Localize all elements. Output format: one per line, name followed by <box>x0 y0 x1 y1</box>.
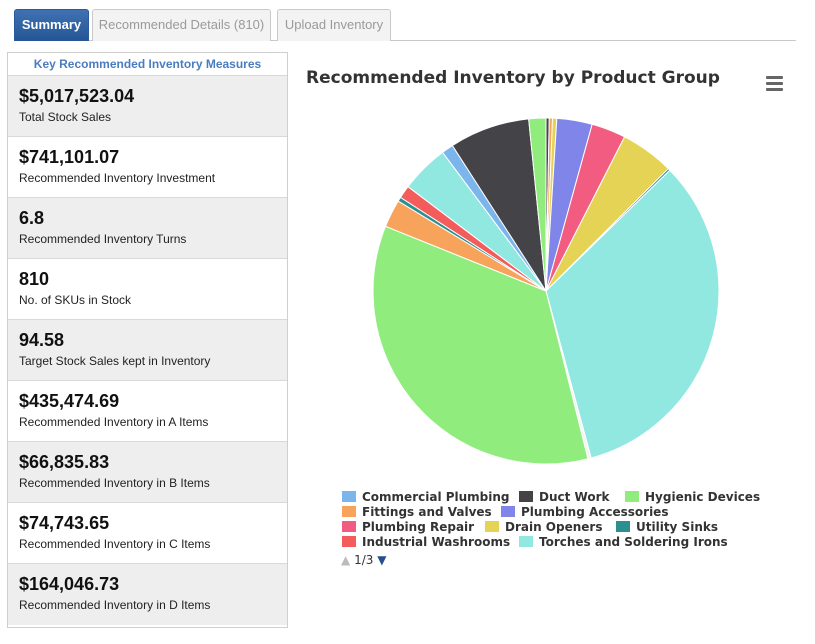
chart-legend: Commercial Plumbing Duct Work Hygienic D… <box>342 490 762 550</box>
kpi-skus-in-stock: 810 No. of SKUs in Stock <box>8 259 287 320</box>
kpi-value: $435,474.69 <box>19 391 120 411</box>
kpi-label: Recommended Inventory in D Items <box>19 598 211 612</box>
legend-item-industrial-washrooms[interactable]: Industrial Washrooms <box>342 535 510 549</box>
triangle-down-icon[interactable]: ▼ <box>377 553 386 567</box>
legend-label: Duct Work <box>539 490 610 504</box>
hamburger-menu-icon[interactable] <box>766 76 783 91</box>
legend-label: Plumbing Accessories <box>521 505 669 519</box>
chart-title: Recommended Inventory by Product Group <box>306 68 720 88</box>
kpi-inventory-b-items: $66,835.83 Recommended Inventory in B It… <box>8 442 287 503</box>
legend-swatch <box>625 491 639 502</box>
kpi-label: Recommended Inventory in C Items <box>19 537 211 551</box>
kpi-label: Recommended Inventory in A Items <box>19 415 209 429</box>
kpi-label: Total Stock Sales <box>19 110 112 124</box>
legend-item-commercial-plumbing[interactable]: Commercial Plumbing <box>342 490 510 504</box>
legend-swatch <box>342 506 356 517</box>
kpi-recommended-investment: $741,101.07 Recommended Inventory Invest… <box>8 137 287 198</box>
legend-label: Drain Openers <box>505 520 603 534</box>
legend-label: Commercial Plumbing <box>362 490 510 504</box>
pager-text: 1/3 <box>354 553 374 567</box>
tab-recommended-details[interactable]: Recommended Details (810) <box>92 9 271 41</box>
kpi-panel: Key Recommended Inventory Measures $5,01… <box>7 52 288 628</box>
legend-swatch <box>342 521 356 532</box>
kpi-inventory-c-items: $74,743.65 Recommended Inventory in C It… <box>8 503 287 564</box>
legend-item-torches-and-soldering-irons[interactable]: Torches and Soldering Irons <box>519 535 728 549</box>
kpi-value: 810 <box>19 269 50 289</box>
kpi-inventory-a-items: $435,474.69 Recommended Inventory in A I… <box>8 381 287 442</box>
kpi-value: 6.8 <box>19 208 45 228</box>
kpi-value: $164,046.73 <box>19 574 120 594</box>
kpi-value: $5,017,523.04 <box>19 86 135 106</box>
legend-swatch <box>616 521 630 532</box>
pie-chart <box>372 117 720 465</box>
legend-item-plumbing-repair[interactable]: Plumbing Repair <box>342 520 474 534</box>
legend-swatch <box>342 536 356 547</box>
legend-swatch <box>519 536 533 547</box>
legend-item-hygienic-devices[interactable]: Hygienic Devices <box>625 490 760 504</box>
kpi-value: $74,743.65 <box>19 513 110 533</box>
legend-label: Hygienic Devices <box>645 490 761 504</box>
legend-item-duct-work[interactable]: Duct Work <box>519 490 609 504</box>
kpi-header: Key Recommended Inventory Measures <box>8 53 287 76</box>
tab-summary[interactable]: Summary <box>14 9 89 41</box>
legend-label: Utility Sinks <box>636 520 718 534</box>
legend-swatch <box>501 506 515 517</box>
legend-item-drain-openers[interactable]: Drain Openers <box>485 520 602 534</box>
kpi-total-stock-sales: $5,017,523.04 Total Stock Sales <box>8 76 287 137</box>
kpi-label: Recommended Inventory Investment <box>19 171 216 185</box>
kpi-label: Target Stock Sales kept in Inventory <box>19 354 211 368</box>
legend-item-utility-sinks[interactable]: Utility Sinks <box>616 520 718 534</box>
kpi-label: No. of SKUs in Stock <box>19 293 132 307</box>
kpi-label: Recommended Inventory Turns <box>19 232 187 246</box>
tab-upload-inventory[interactable]: Upload Inventory <box>277 9 391 41</box>
kpi-value: $741,101.07 <box>19 147 120 167</box>
legend-label: Fittings and Valves <box>362 505 492 519</box>
legend-label: Plumbing Repair <box>362 520 475 534</box>
legend-item-fittings-and-valves[interactable]: Fittings and Valves <box>342 505 492 519</box>
kpi-label: Recommended Inventory in B Items <box>19 476 210 490</box>
legend-label: Industrial Washrooms <box>362 535 511 549</box>
legend-pager: ▲ 1/3 ▼ <box>341 553 386 567</box>
kpi-target-stock-sales: 94.58 Target Stock Sales kept in Invento… <box>8 320 287 381</box>
kpi-value: 94.58 <box>19 330 65 350</box>
legend-item-plumbing-accessories[interactable]: Plumbing Accessories <box>501 505 668 519</box>
kpi-inventory-turns: 6.8 Recommended Inventory Turns <box>8 198 287 259</box>
kpi-inventory-d-items: $164,046.73 Recommended Inventory in D I… <box>8 564 287 625</box>
triangle-up-icon[interactable]: ▲ <box>341 553 350 567</box>
legend-label: Torches and Soldering Irons <box>539 535 728 549</box>
tab-bar: Summary Recommended Details (810) Upload… <box>14 9 796 41</box>
legend-swatch <box>342 491 356 502</box>
legend-swatch <box>519 491 533 502</box>
legend-swatch <box>485 521 499 532</box>
kpi-value: $66,835.83 <box>19 452 110 472</box>
